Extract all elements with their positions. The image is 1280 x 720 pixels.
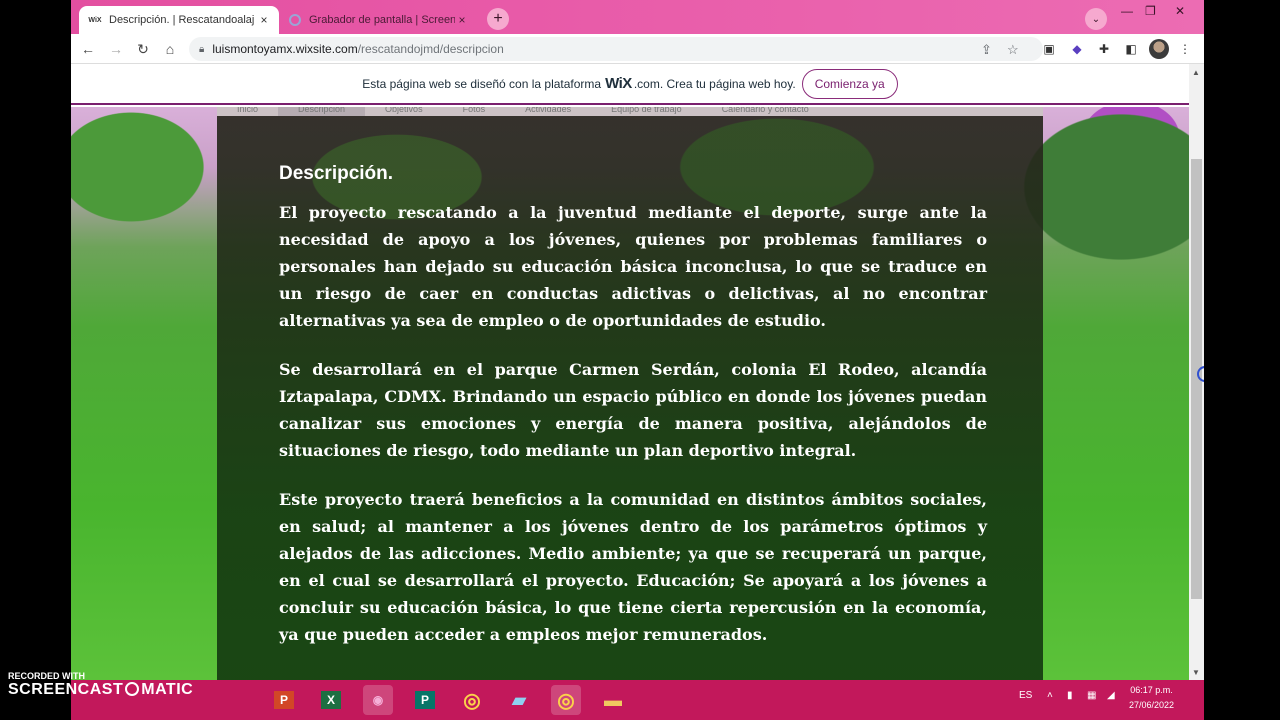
reload-icon[interactable]: ↻ <box>134 40 152 58</box>
close-window-button[interactable]: ✕ <box>1175 4 1185 18</box>
tab-search-button[interactable]: ⌄ <box>1085 8 1107 30</box>
volume-icon[interactable]: ◢ <box>1107 690 1115 701</box>
battery-icon[interactable]: ▮ <box>1067 690 1073 701</box>
notes-icon[interactable]: ▰ <box>504 685 534 715</box>
powerpoint-icon[interactable]: P <box>269 685 299 715</box>
puzzle-icon[interactable]: ✚ <box>1096 41 1112 57</box>
home-icon[interactable]: ⌂ <box>161 40 179 58</box>
nav-item-equipo[interactable]: Equipo de trabajo <box>591 107 702 116</box>
clock-date: 27/06/2022 <box>1129 700 1175 710</box>
tab-grabador[interactable]: Grabador de pantalla | Screencas × <box>281 6 477 34</box>
browser-toolbar: ← → ↻ ⌂ 🔒︎ luismontoyamx.wixsite.com /re… <box>71 34 1204 64</box>
media-icon[interactable]: ◉ <box>363 685 393 715</box>
comienza-ya-button[interactable]: Comienza ya <box>801 68 898 99</box>
nav-item-calendario[interactable]: Calendario y contacto <box>702 107 829 116</box>
watermark-line1: RECORDED WITH <box>8 671 85 681</box>
chrome-active-icon[interactable]: ◎ <box>551 685 581 715</box>
extension-cap-icon[interactable]: ◆ <box>1069 41 1085 57</box>
wix-banner-text-after: .com. Crea tu página web hoy. <box>633 76 796 91</box>
excel-icon[interactable]: X <box>316 685 346 715</box>
paragraph-3: Este proyecto traerá beneficios a la com… <box>279 490 987 644</box>
avatar[interactable] <box>1149 39 1169 59</box>
tab-strip: WiX Descripción. | Rescatandoalaj × Grab… <box>71 0 1204 34</box>
chrome-icon[interactable]: ◎ <box>457 685 487 715</box>
minimize-button[interactable]: — <box>1121 4 1133 18</box>
nav-item-fotos[interactable]: Fotos <box>443 107 506 116</box>
share-icon[interactable]: ⇪ <box>981 42 992 58</box>
watermark-line2: SCREENCAST <box>8 681 124 698</box>
url-host: luismontoyamx.wixsite.com <box>212 42 358 56</box>
lock-icon: 🔒︎ <box>199 43 205 55</box>
tab-close-icon[interactable]: × <box>455 13 469 27</box>
maximize-button[interactable]: ❐ <box>1145 4 1156 18</box>
scroll-up-icon[interactable]: ▲ <box>1192 68 1200 77</box>
scroll-down-icon[interactable]: ▼ <box>1192 668 1200 677</box>
publisher-icon[interactable]: P <box>410 685 440 715</box>
language-indicator[interactable]: ES <box>1019 690 1032 701</box>
folder-icon[interactable]: ▬ <box>598 685 628 715</box>
screencast-logo-icon <box>125 682 140 696</box>
tab-descripcion[interactable]: WiX Descripción. | Rescatandoalaj × <box>79 6 279 34</box>
tray-chevron-icon[interactable]: ˄ <box>1047 690 1053 701</box>
record-icon <box>289 14 301 26</box>
forward-arrow-icon[interactable]: → <box>107 40 125 58</box>
wix-banner-text: Esta página web se diseñó con la platafo… <box>362 76 602 91</box>
wix-logo: WiX <box>605 75 632 92</box>
screencast-watermark: RECORDED WITH SCREENCAST MATIC <box>8 671 193 699</box>
taskbar: P X ◉ P ◎ ▰ ◎ ▬ <box>71 680 1204 720</box>
back-arrow-icon[interactable]: ← <box>79 40 97 58</box>
tab-title: Grabador de pantalla | Screencas <box>309 14 455 26</box>
paragraph-1: El proyecto rescatando a la juventud med… <box>279 203 987 330</box>
network-icon[interactable]: ▦ <box>1087 690 1096 701</box>
nav-item-inicio[interactable]: Inicio <box>217 107 278 116</box>
paragraph-2: Se desarrollará en el parque Carmen Serd… <box>279 360 987 460</box>
sidepanel-icon[interactable]: ◧ <box>1123 41 1139 57</box>
url-path: /rescatandojmd/descripcion <box>357 42 504 56</box>
nav-item-objetivos[interactable]: Objetivos <box>365 107 443 116</box>
address-bar[interactable]: 🔒︎ luismontoyamx.wixsite.com /rescatando… <box>189 37 1043 61</box>
tab-close-icon[interactable]: × <box>257 13 271 27</box>
screen: WiX Descripción. | Rescatandoalaj × Grab… <box>71 0 1204 720</box>
content-text: Descripción. El proyecto rescatando a la… <box>279 163 987 670</box>
wix-banner: Esta página web se diseñó con la platafo… <box>71 64 1189 105</box>
watermark-line3: MATIC <box>141 681 194 698</box>
nav-item-descripcion[interactable]: Descripción <box>278 107 366 116</box>
extension-icon[interactable]: ▣ <box>1041 41 1057 57</box>
site-nav: Inicio Descripción Objetivos Fotos Activ… <box>217 107 1043 116</box>
wix-favicon-icon: WiX <box>88 16 102 24</box>
nav-item-actividades[interactable]: Actividades <box>505 107 591 116</box>
page-title: Descripción. <box>279 163 394 184</box>
menu-kebab-icon[interactable]: ⋮ <box>1177 41 1193 57</box>
page-background: Inicio Descripción Objetivos Fotos Activ… <box>71 107 1189 680</box>
tab-title: Descripción. | Rescatandoalaj <box>109 14 255 26</box>
clock[interactable]: 06:17 p.m. 27/06/2022 <box>1129 683 1174 713</box>
clock-time: 06:17 p.m. <box>1130 685 1173 695</box>
bookmark-star-icon[interactable]: ☆ <box>1007 42 1019 58</box>
new-tab-button[interactable]: + <box>487 8 509 30</box>
